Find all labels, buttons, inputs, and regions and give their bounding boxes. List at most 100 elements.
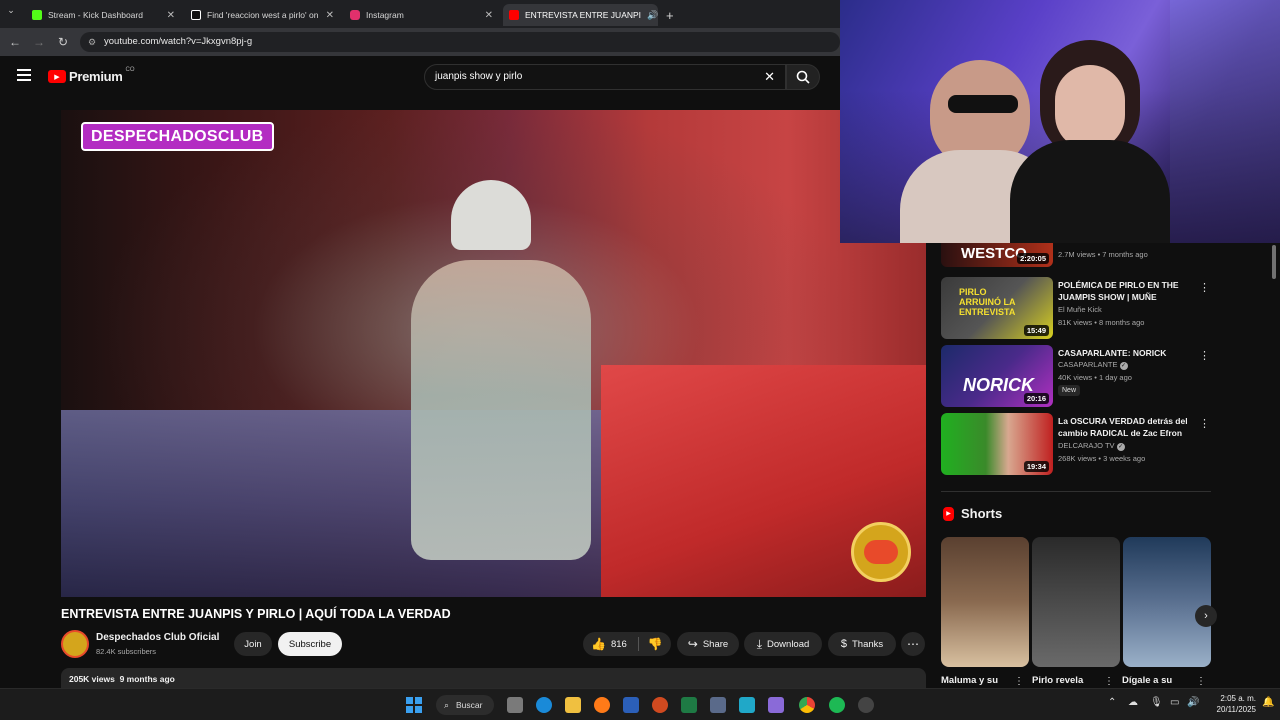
subscribe-button[interactable]: Subscribe	[278, 632, 342, 656]
short-card[interactable]	[1032, 537, 1120, 667]
more-vert-icon[interactable]: ⋮	[1104, 676, 1114, 687]
short-card[interactable]	[941, 537, 1029, 667]
obs-icon[interactable]	[858, 697, 874, 713]
search-input[interactable]: juanpis show y pirlo ✕	[424, 64, 786, 90]
video-title: ENTREVISTA ENTRE JUANPIS Y PIRLO | AQUÍ …	[61, 607, 451, 621]
scrollbar[interactable]	[1271, 243, 1277, 688]
chevron-right-icon: ›	[1204, 610, 1208, 622]
cloud-icon[interactable]: ☁	[1128, 697, 1138, 708]
short-title[interactable]: Maluma y su	[941, 675, 998, 686]
video-thumbnail[interactable]: 19:34	[941, 413, 1053, 475]
new-tab-button[interactable]: +	[660, 4, 684, 26]
app-icon[interactable]	[710, 697, 726, 713]
thumbnail-text: NORICK	[963, 375, 1034, 395]
tab-search-icon[interactable]: ⌄	[4, 5, 18, 16]
file-explorer-icon[interactable]	[565, 697, 581, 713]
short-title[interactable]: Pirlo revela	[1032, 675, 1083, 686]
discord-icon[interactable]	[768, 697, 784, 713]
divider	[637, 637, 639, 651]
youtube-premium-logo[interactable]: ▶ Premium CO	[48, 67, 135, 84]
view-count: 205K views	[69, 674, 115, 684]
recommendation-item[interactable]: 19:34 La OSCURA VERDAD detrás del cambio…	[941, 413, 1211, 475]
tab-instagram[interactable]: Instagram ✕	[344, 4, 499, 26]
channel-name[interactable]: CASAPARLANTE	[1058, 360, 1117, 369]
chrome-icon[interactable]	[799, 697, 815, 713]
shorts-heading: Shorts	[961, 506, 1003, 521]
recommendation-item[interactable]: NORICK 20:16 CASAPARLANTE: NORICK CASAPA…	[941, 345, 1211, 407]
video-thumbnail[interactable]: NORICK 20:16	[941, 345, 1053, 407]
more-vert-icon[interactable]: ⋮	[1196, 676, 1206, 687]
video-title[interactable]: CASAPARLANTE: NORICK	[1058, 347, 1198, 359]
spotify-icon[interactable]	[829, 697, 845, 713]
logo-text: Premium	[69, 69, 123, 84]
join-label: Join	[244, 638, 262, 650]
thanks-button[interactable]: $ Thanks	[828, 632, 896, 656]
shorts-next-button[interactable]: ›	[1195, 605, 1217, 627]
word-icon[interactable]	[623, 697, 639, 713]
clear-search-icon[interactable]: ✕	[764, 65, 775, 89]
join-button[interactable]: Join	[234, 632, 272, 656]
thumbs-up-icon[interactable]: 👍	[591, 637, 606, 651]
more-vert-icon[interactable]: ⋮	[1199, 417, 1210, 430]
channel-name[interactable]: El Muñe Kick	[1058, 305, 1102, 314]
taskbar-search[interactable]: ⌕ Buscar	[436, 695, 494, 715]
volume-icon[interactable]: 🔊	[1187, 697, 1199, 708]
short-title[interactable]: Dígale a su	[1122, 675, 1172, 686]
youtube-play-icon: ▶	[48, 70, 66, 83]
clock[interactable]: 2:05 a. m. 20/11/2025	[1210, 693, 1256, 715]
channel-avatar[interactable]	[61, 630, 89, 658]
download-button[interactable]: ⤓ Download	[744, 632, 822, 656]
close-icon[interactable]: ✕	[326, 10, 334, 21]
network-icon[interactable]: ▭	[1170, 697, 1179, 708]
video-meta: 40K views • 1 day ago	[1058, 373, 1132, 382]
close-icon[interactable]: ✕	[485, 10, 493, 21]
edge-icon[interactable]	[536, 697, 552, 713]
recommendation-item[interactable]: WESTCO 2:20:05 2.7M views • 7 months ago	[941, 243, 1211, 267]
share-button[interactable]: ↪ Share	[677, 632, 739, 656]
thumbs-down-icon[interactable]: 👎	[648, 637, 663, 651]
more-vert-icon[interactable]: ⋮	[1199, 281, 1210, 294]
chevron-up-icon[interactable]: ⌃	[1108, 697, 1116, 708]
tab-kick-dashboard[interactable]: Stream - Kick Dashboard ✕	[26, 4, 181, 26]
video-duration: 2:20:05	[1017, 253, 1049, 264]
more-vert-icon[interactable]: ⋮	[1014, 676, 1024, 687]
tab-youtube-active[interactable]: ENTREVISTA ENTRE JUANPI 🔊 ✕	[503, 4, 658, 26]
windows-start-icon[interactable]	[406, 697, 422, 713]
forward-arrow-icon[interactable]: →	[32, 35, 46, 49]
video-title[interactable]: POLÉMICA DE PIRLO EN THE JUAMPIS SHOW | …	[1058, 279, 1198, 303]
task-view-icon[interactable]	[507, 697, 523, 713]
powerpoint-icon[interactable]	[652, 697, 668, 713]
video-thumbnail[interactable]: WESTCO 2:20:05	[941, 243, 1053, 267]
video-player[interactable]: DESPECHADOSCLUB	[61, 110, 926, 597]
scrollbar-thumb[interactable]	[1272, 245, 1276, 279]
back-arrow-icon[interactable]: ←	[8, 35, 22, 49]
canva-icon[interactable]	[739, 697, 755, 713]
more-actions-button[interactable]: ⋯	[901, 632, 925, 656]
video-thumbnail[interactable]: PIRLO ARRUINÓ LA ENTREVISTA 15:49	[941, 277, 1053, 339]
close-icon[interactable]: ✕	[167, 10, 175, 21]
verified-icon: ✓	[1116, 443, 1125, 451]
more-vert-icon[interactable]: ⋮	[1199, 349, 1210, 362]
firefox-icon[interactable]	[594, 697, 610, 713]
speaker-icon[interactable]: 🔊	[647, 10, 658, 21]
webcam-overlay	[840, 0, 1280, 243]
address-bar[interactable]: ⚙ youtube.com/watch?v=Jkxgvn8pj-g	[80, 32, 840, 52]
description-box[interactable]: 205K views 9 months ago	[61, 668, 926, 688]
channel-name[interactable]: Despechados Club Oficial	[96, 632, 219, 643]
search-button[interactable]	[786, 64, 820, 90]
channel-name[interactable]: DELCARAJO TV	[1058, 441, 1115, 450]
instagram-icon	[350, 10, 360, 20]
video-title[interactable]: La OSCURA VERDAD detrás del cambio RADIC…	[1058, 415, 1198, 439]
tab-label: Find 'reaccion west a pirlo' on	[207, 10, 319, 20]
recommendation-item[interactable]: PIRLO ARRUINÓ LA ENTREVISTA 15:49 POLÉMI…	[941, 277, 1211, 339]
site-info-icon[interactable]: ⚙	[88, 32, 96, 52]
like-count[interactable]: 816	[611, 639, 627, 650]
short-card[interactable]	[1123, 537, 1211, 667]
microphone-icon[interactable]: 🎙	[1150, 697, 1163, 708]
excel-icon[interactable]	[681, 697, 697, 713]
notifications-icon[interactable]: 🔔	[1262, 697, 1274, 708]
tab-tiktok[interactable]: Find 'reaccion west a pirlo' on ✕	[185, 4, 340, 26]
search-icon	[796, 70, 810, 84]
menu-icon[interactable]	[17, 69, 31, 81]
reload-icon[interactable]: ↻	[56, 35, 70, 49]
